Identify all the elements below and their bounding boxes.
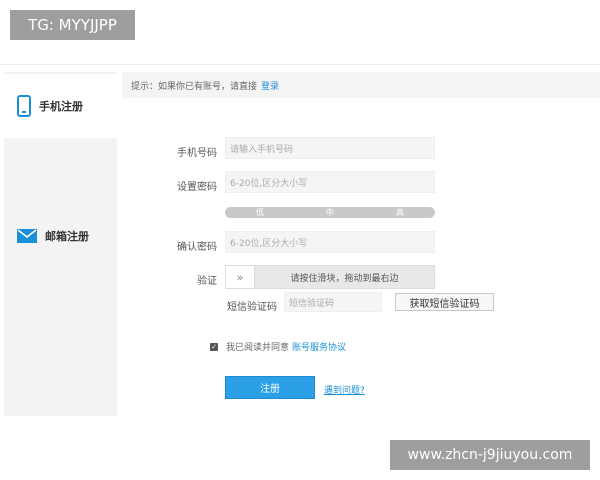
verify-label: 验证	[197, 276, 217, 287]
sidebar-item-label: 邮箱注册	[45, 230, 89, 243]
top-divider	[0, 64, 600, 65]
phone-icon	[17, 95, 31, 117]
agree-checkbox[interactable]: ✓	[210, 342, 218, 351]
strength-low: 低	[256, 208, 264, 217]
register-form-panel: 提示：如果你已有账号，请直接 登录 手机号码 请输入手机号码 设置密码 6-20…	[122, 72, 600, 416]
slider-hint-text: 请按住滑块，拖动到最右边	[290, 273, 399, 284]
password-input[interactable]: 6-20位,区分大小写	[225, 171, 435, 193]
sidebar: 手机注册 邮箱注册	[4, 72, 117, 416]
agree-text: 我已阅读并同意	[226, 343, 290, 353]
mail-icon	[17, 229, 37, 243]
site-watermark-label: www.zhcn-j9jiuyou.com	[390, 440, 590, 470]
sms-code-input[interactable]: 短信验证码	[284, 292, 382, 312]
sms-code-label: 短信验证码	[227, 302, 277, 313]
notice-text: 提示：如果你已有账号，请直接	[131, 81, 258, 92]
confirm-password-input[interactable]: 6-20位,区分大小写	[225, 231, 435, 253]
strength-medium: 中	[326, 208, 334, 217]
login-notice: 提示：如果你已有账号，请直接 登录	[122, 72, 600, 98]
register-button[interactable]: 注册	[225, 376, 315, 399]
agreement-row: ✓ 我已阅读并同意 账号服务协议	[210, 340, 346, 353]
sidebar-item-label: 手机注册	[39, 100, 83, 113]
sidebar-item-email-register[interactable]: 邮箱注册	[4, 204, 117, 268]
service-agreement-link[interactable]: 账号服务协议	[292, 340, 346, 353]
login-link[interactable]: 登录	[261, 79, 279, 92]
confirm-password-label: 确认密码	[177, 242, 217, 253]
password-label: 设置密码	[177, 182, 217, 193]
phone-label: 手机号码	[177, 148, 217, 159]
password-strength-bar: 低 中 高	[225, 207, 435, 218]
phone-input[interactable]: 请输入手机号码	[225, 137, 435, 159]
help-link[interactable]: 遇到问题?	[324, 383, 365, 396]
strength-high: 高	[396, 208, 404, 217]
sidebar-item-phone-register[interactable]: 手机注册	[4, 74, 117, 138]
slider-captcha[interactable]: » 请按住滑块，拖动到最右边	[225, 265, 435, 289]
slider-handle[interactable]: »	[226, 266, 255, 288]
get-sms-code-button[interactable]: 获取短信验证码	[395, 293, 494, 311]
tg-watermark-label: TG: MYYJJPP	[10, 10, 135, 40]
